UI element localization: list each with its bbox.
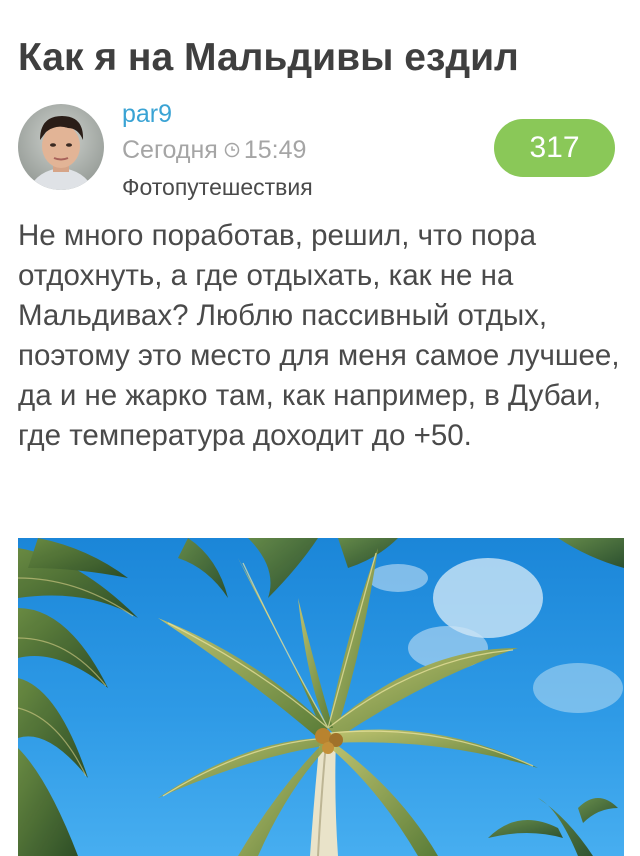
author-name-link[interactable]: par9	[122, 99, 172, 129]
post-body-text: Не много поработав, решил, что пора отдо…	[18, 219, 620, 452]
post-page: Как я на Мальдивы ездил par9 Сегодня 15:…	[0, 0, 640, 856]
post-time: 15:49	[243, 136, 307, 165]
post-date: Сегодня	[122, 136, 218, 165]
clock-icon	[224, 135, 240, 165]
post-category-link[interactable]: Фотопутешествия	[122, 172, 313, 202]
palm-tree-photo	[18, 538, 624, 856]
rating-badge[interactable]: 317	[494, 119, 615, 177]
author-avatar[interactable]	[18, 104, 104, 190]
post-title[interactable]: Как я на Мальдивы ездил	[18, 34, 519, 82]
post-photo[interactable]	[18, 538, 624, 856]
post-meta: Сегодня 15:49	[122, 135, 306, 168]
avatar-image	[18, 104, 104, 190]
